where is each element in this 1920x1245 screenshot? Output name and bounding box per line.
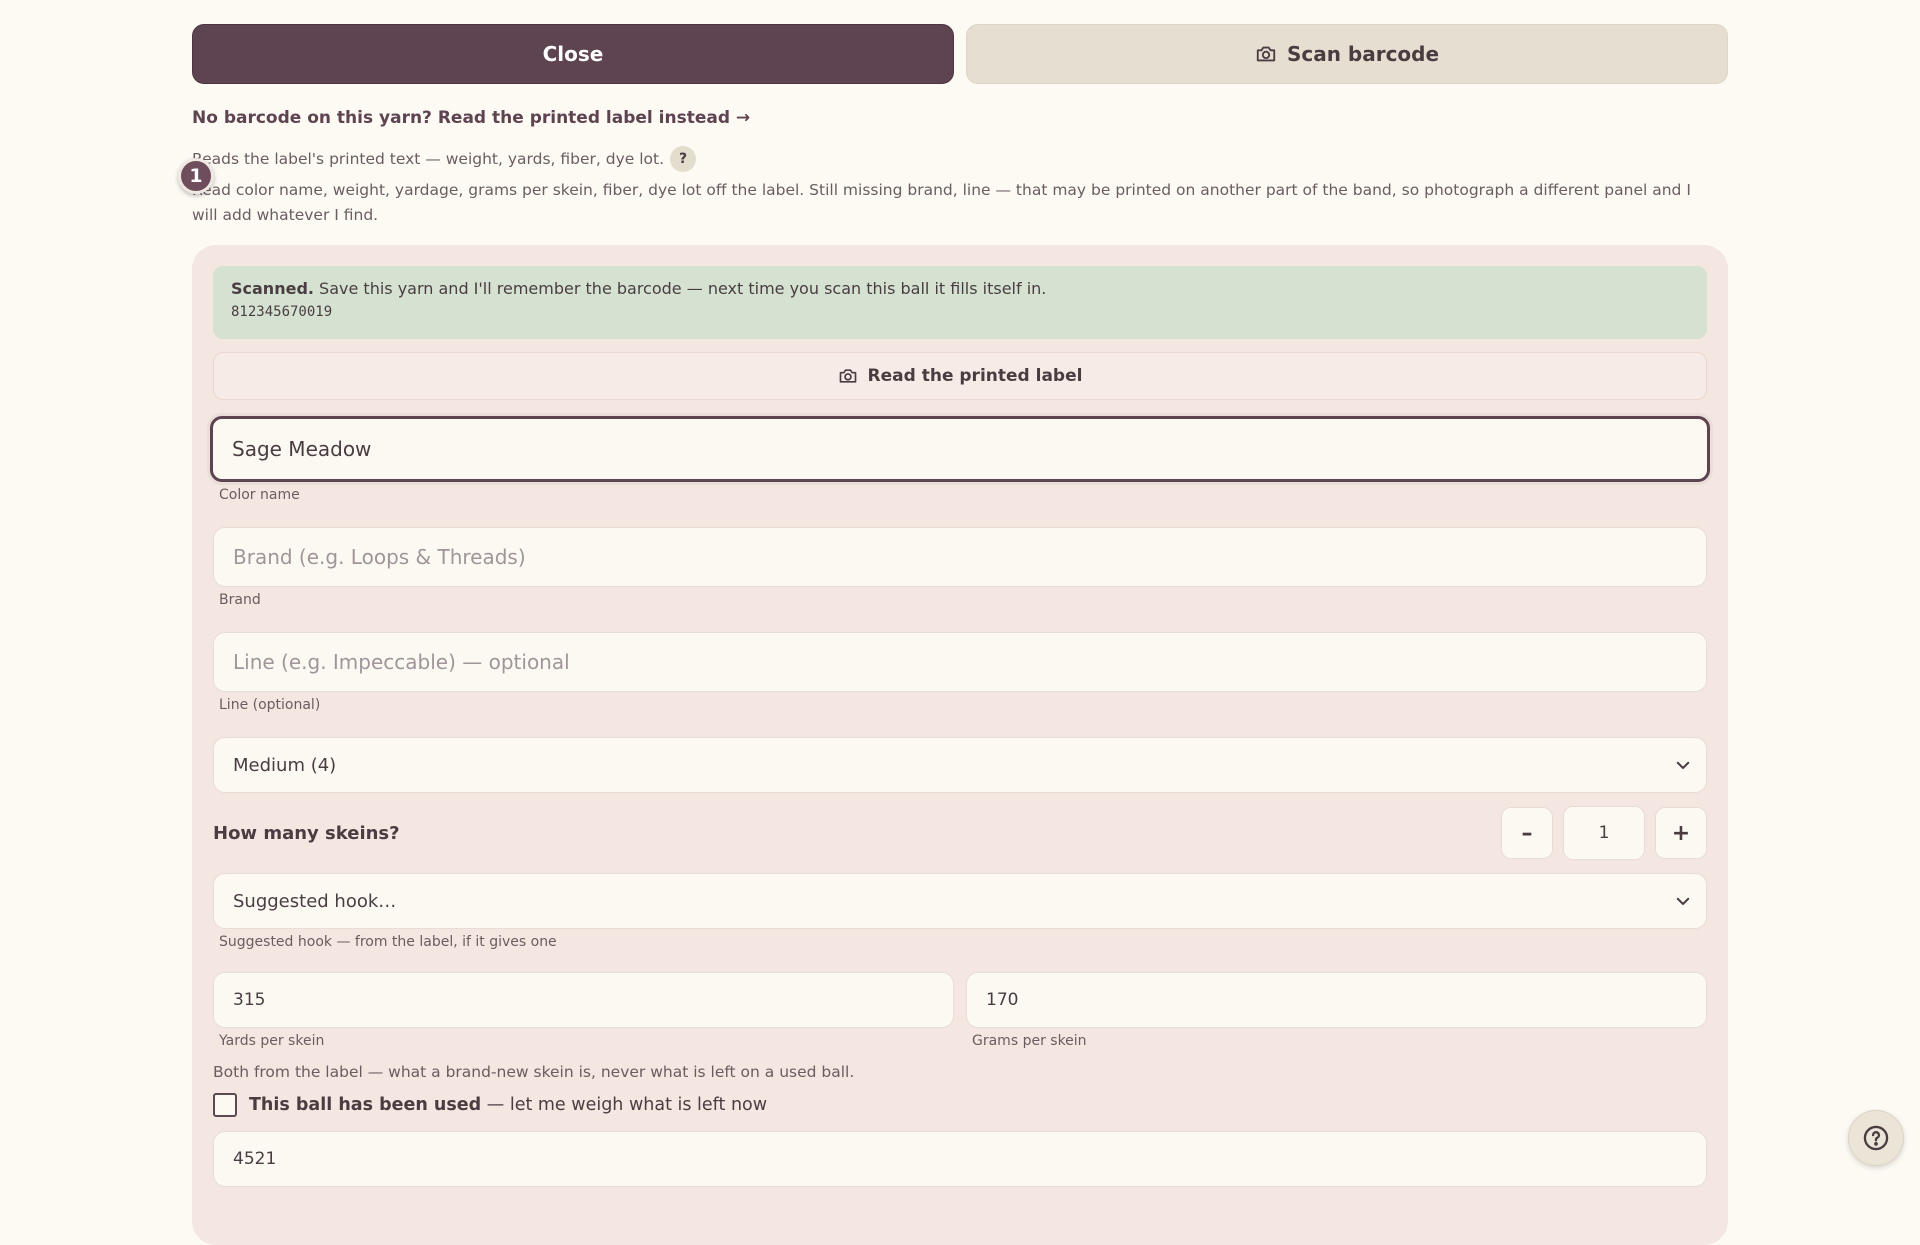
brand-label: Brand — [219, 592, 261, 608]
scanned-strong: Scanned. — [231, 279, 314, 298]
barcode-value: 812345670019 — [231, 304, 333, 320]
line-label: Line (optional) — [219, 697, 321, 713]
read-label-instead-link[interactable]: No barcode on this yarn? Read the printe… — [192, 108, 1728, 128]
decrement-button[interactable]: – — [1501, 807, 1553, 859]
grams-label: Grams per skein — [972, 1033, 1087, 1049]
help-button[interactable] — [1848, 1110, 1904, 1166]
readout-text: Read color name, weight, yardage, grams … — [192, 181, 1691, 224]
used-text: This ball has been used — let me weigh w… — [249, 1095, 767, 1115]
dye-lot-input[interactable]: 4521 — [213, 1131, 1707, 1187]
weight-select[interactable]: Medium (4) — [213, 737, 1707, 793]
skeins-label: How many skeins? — [213, 822, 400, 844]
label-note: Both from the label — what a brand-new s… — [213, 1063, 855, 1081]
used-strong: This ball has been used — [249, 1095, 482, 1115]
used-checkbox[interactable] — [213, 1093, 237, 1117]
line-input[interactable]: Line (e.g. Impeccable) — optional — [213, 632, 1707, 692]
grams-input[interactable]: 170 — [966, 972, 1707, 1028]
color-name-input[interactable]: Sage Meadow — [210, 416, 1710, 482]
color-name-label: Color name — [219, 487, 300, 503]
brand-input[interactable]: Brand (e.g. Loops & Threads) — [213, 527, 1707, 587]
add-yarn-form: Close Scan barcode No barcode on this ya… — [178, 24, 1728, 1245]
chevron-down-icon — [1676, 761, 1690, 769]
reads-description: Reads the label's printed text — weight,… — [192, 146, 1728, 172]
skeins-row: How many skeins? – 1 + — [213, 805, 1707, 861]
skeins-stepper: – 1 + — [1501, 806, 1707, 860]
reads-text: Reads the label's printed text — weight,… — [192, 150, 665, 168]
hook-select[interactable]: Suggested hook… — [213, 873, 1707, 929]
scan-barcode-label: Scan barcode — [1286, 42, 1440, 66]
hook-select-value: Suggested hook… — [233, 890, 397, 912]
yardage-grams-row: 315 Yards per skein 170 Grams per skein — [213, 972, 1707, 1049]
yards-input[interactable]: 315 — [213, 972, 954, 1028]
scanned-message: Save this yarn and I'll remember the bar… — [313, 279, 1047, 298]
hook-label: Suggested hook — from the label, if it g… — [219, 934, 557, 950]
top-actions: Close Scan barcode — [192, 24, 1728, 84]
used-rest: — let me weigh what is left now — [481, 1095, 768, 1115]
yarn-details-panel: Scanned. Save this yarn and I'll remembe… — [192, 245, 1728, 1245]
camera-icon — [838, 366, 858, 386]
close-button[interactable]: Close — [192, 24, 954, 84]
label-readout: 1 Read color name, weight, yardage, gram… — [178, 158, 1712, 228]
scan-barcode-button[interactable]: Scan barcode — [966, 24, 1728, 84]
used-ball-row[interactable]: This ball has been used — let me weigh w… — [213, 1093, 1707, 1117]
skeins-count-input[interactable]: 1 — [1563, 806, 1645, 860]
yards-label: Yards per skein — [219, 1033, 325, 1049]
scanned-banner: Scanned. Save this yarn and I'll remembe… — [213, 266, 1707, 339]
step-badge: 1 — [178, 158, 214, 194]
chevron-down-icon — [1676, 897, 1690, 905]
read-printed-label-button[interactable]: Read the printed label — [213, 352, 1707, 400]
camera-icon — [1255, 43, 1277, 65]
help-badge[interactable]: ? — [670, 146, 697, 172]
help-circle-icon — [1863, 1125, 1889, 1151]
increment-button[interactable]: + — [1655, 807, 1707, 859]
read-printed-label-text: Read the printed label — [867, 366, 1083, 386]
weight-select-value: Medium (4) — [233, 754, 337, 776]
